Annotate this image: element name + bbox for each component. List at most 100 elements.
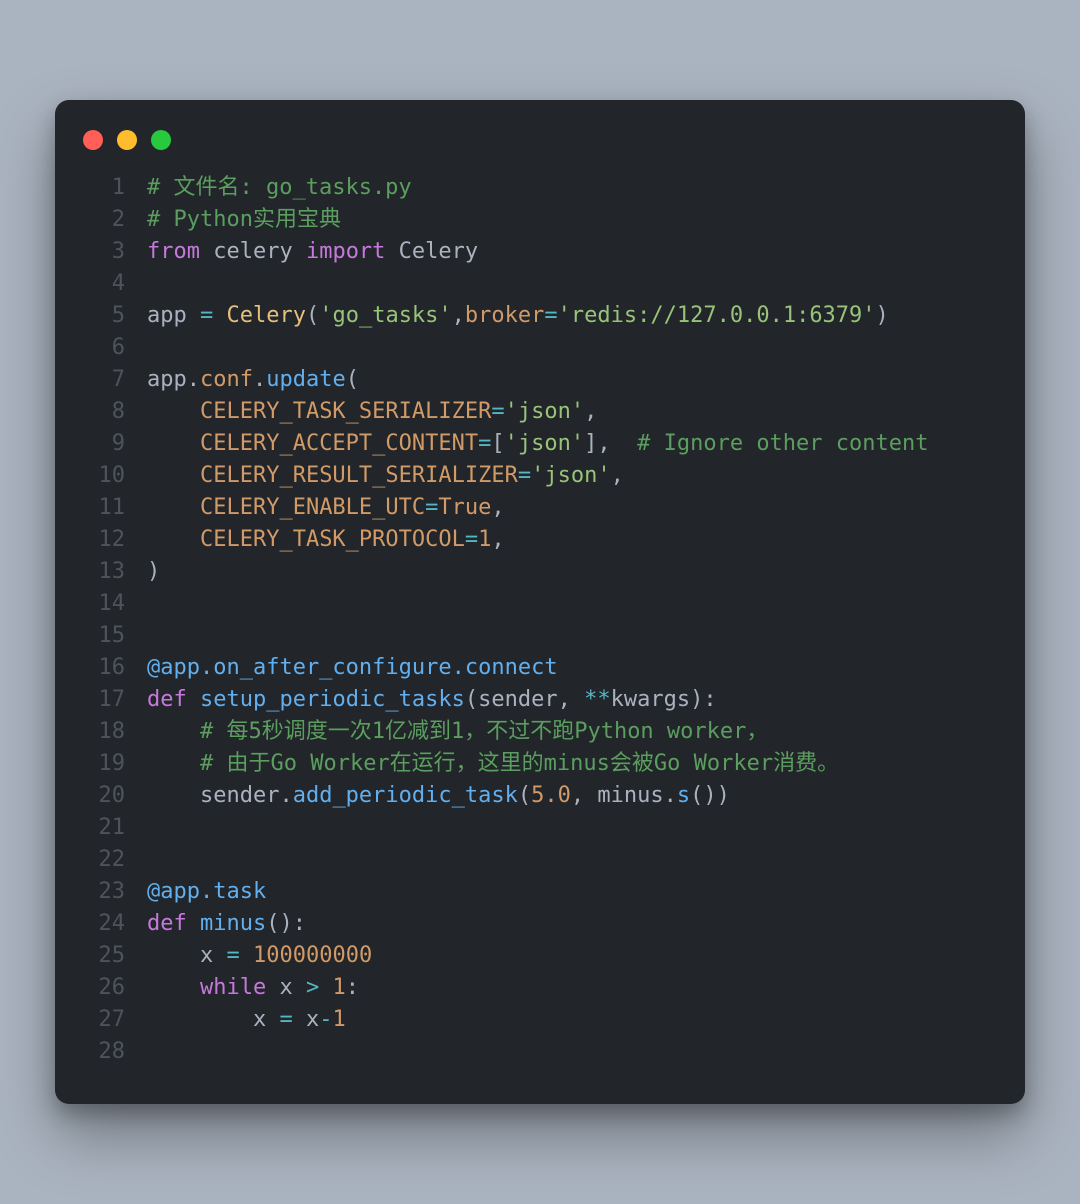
code-token: . bbox=[253, 367, 266, 392]
line-number: 1 bbox=[79, 172, 147, 204]
minimize-icon[interactable] bbox=[117, 130, 137, 150]
code-token: x bbox=[147, 1007, 279, 1032]
code-line: 12 CELERY_TASK_PROTOCOL=1, bbox=[79, 524, 993, 556]
line-source: # 文件名: go_tasks.py bbox=[147, 172, 993, 204]
code-token bbox=[240, 943, 253, 968]
code-line: 4 bbox=[79, 268, 993, 300]
code-token: , bbox=[584, 399, 597, 424]
code-token: . bbox=[664, 783, 677, 808]
code-line: 14 bbox=[79, 588, 993, 620]
code-token: import bbox=[306, 239, 385, 264]
line-source bbox=[147, 812, 993, 844]
code-line: 11 CELERY_ENABLE_UTC=True, bbox=[79, 492, 993, 524]
code-line: 21 bbox=[79, 812, 993, 844]
close-icon[interactable] bbox=[83, 130, 103, 150]
code-token: ( bbox=[306, 303, 319, 328]
code-line: 23@app.task bbox=[79, 876, 993, 908]
line-source: def minus(): bbox=[147, 908, 993, 940]
code-token bbox=[147, 463, 200, 488]
code-token: Celery bbox=[385, 239, 478, 264]
code-line: 28 bbox=[79, 1036, 993, 1068]
line-number: 26 bbox=[79, 972, 147, 1004]
line-number: 28 bbox=[79, 1036, 147, 1068]
code-token: CELERY_ENABLE_UTC bbox=[200, 495, 425, 520]
code-line: 15 bbox=[79, 620, 993, 652]
code-token: ()) bbox=[690, 783, 730, 808]
code-token: ( bbox=[465, 687, 478, 712]
line-source: CELERY_TASK_SERIALIZER='json', bbox=[147, 396, 993, 428]
line-number: 9 bbox=[79, 428, 147, 460]
code-line: 10 CELERY_RESULT_SERIALIZER='json', bbox=[79, 460, 993, 492]
code-token bbox=[147, 527, 200, 552]
line-number: 20 bbox=[79, 780, 147, 812]
code-token: app bbox=[147, 367, 187, 392]
code-token bbox=[147, 431, 200, 456]
code-token: kwargs bbox=[611, 687, 690, 712]
code-token: CELERY_TASK_PROTOCOL bbox=[200, 527, 465, 552]
code-token: = bbox=[544, 303, 557, 328]
code-line: 13) bbox=[79, 556, 993, 588]
code-token: = bbox=[200, 303, 213, 328]
code-token: 1 bbox=[478, 527, 491, 552]
line-number: 13 bbox=[79, 556, 147, 588]
code-token: 'json' bbox=[505, 431, 584, 456]
code-token: # 文件名: go_tasks.py bbox=[147, 175, 412, 200]
code-line: 26 while x > 1: bbox=[79, 972, 993, 1004]
code-token: CELERY_RESULT_SERIALIZER bbox=[200, 463, 518, 488]
code-window: 1# 文件名: go_tasks.py2# Python实用宝典3from ce… bbox=[55, 100, 1025, 1104]
code-token: 1 bbox=[332, 1007, 345, 1032]
code-line: 20 sender.add_periodic_task(5.0, minus.s… bbox=[79, 780, 993, 812]
line-source: x = x-1 bbox=[147, 1004, 993, 1036]
code-token: x bbox=[147, 943, 226, 968]
code-line: 3from celery import Celery bbox=[79, 236, 993, 268]
line-number: 22 bbox=[79, 844, 147, 876]
code-token: ], bbox=[584, 431, 637, 456]
line-number: 19 bbox=[79, 748, 147, 780]
code-token: ( bbox=[346, 367, 359, 392]
code-token: [ bbox=[491, 431, 504, 456]
line-source bbox=[147, 1036, 993, 1068]
line-source: from celery import Celery bbox=[147, 236, 993, 268]
code-token: # 由于Go Worker在运行，这里的minus会被Go Worker消费。 bbox=[200, 751, 839, 776]
code-token: celery bbox=[200, 239, 306, 264]
code-line: 8 CELERY_TASK_SERIALIZER='json', bbox=[79, 396, 993, 428]
line-number: 16 bbox=[79, 652, 147, 684]
line-source: CELERY_ENABLE_UTC=True, bbox=[147, 492, 993, 524]
line-number: 12 bbox=[79, 524, 147, 556]
code-token: @app.task bbox=[147, 879, 266, 904]
code-token: (): bbox=[266, 911, 306, 936]
code-token: from bbox=[147, 239, 200, 264]
line-number: 25 bbox=[79, 940, 147, 972]
code-token: , bbox=[452, 303, 465, 328]
code-token: 5.0 bbox=[531, 783, 571, 808]
line-number: 24 bbox=[79, 908, 147, 940]
code-token: sender bbox=[147, 783, 279, 808]
code-token: . bbox=[279, 783, 292, 808]
code-token: # 每5秒调度一次1亿减到1，不过不跑Python worker， bbox=[200, 719, 768, 744]
line-number: 3 bbox=[79, 236, 147, 268]
code-token: = bbox=[226, 943, 239, 968]
code-line: 1# 文件名: go_tasks.py bbox=[79, 172, 993, 204]
code-token: , bbox=[558, 687, 585, 712]
line-number: 8 bbox=[79, 396, 147, 428]
line-source: ) bbox=[147, 556, 993, 588]
line-source bbox=[147, 844, 993, 876]
code-token bbox=[147, 399, 200, 424]
code-token: setup_periodic_tasks bbox=[200, 687, 465, 712]
line-number: 14 bbox=[79, 588, 147, 620]
code-token: , bbox=[571, 783, 598, 808]
code-token bbox=[147, 975, 200, 1000]
line-number: 21 bbox=[79, 812, 147, 844]
line-source: # 每5秒调度一次1亿减到1，不过不跑Python worker， bbox=[147, 716, 993, 748]
code-token: ( bbox=[518, 783, 531, 808]
code-token: 'json' bbox=[505, 399, 584, 424]
zoom-icon[interactable] bbox=[151, 130, 171, 150]
code-token: > bbox=[306, 975, 319, 1000]
line-source: app.conf.update( bbox=[147, 364, 993, 396]
code-token: minus bbox=[200, 911, 266, 936]
code-token bbox=[147, 719, 200, 744]
code-token: : bbox=[346, 975, 359, 1000]
line-number: 15 bbox=[79, 620, 147, 652]
line-source bbox=[147, 620, 993, 652]
line-source bbox=[147, 268, 993, 300]
